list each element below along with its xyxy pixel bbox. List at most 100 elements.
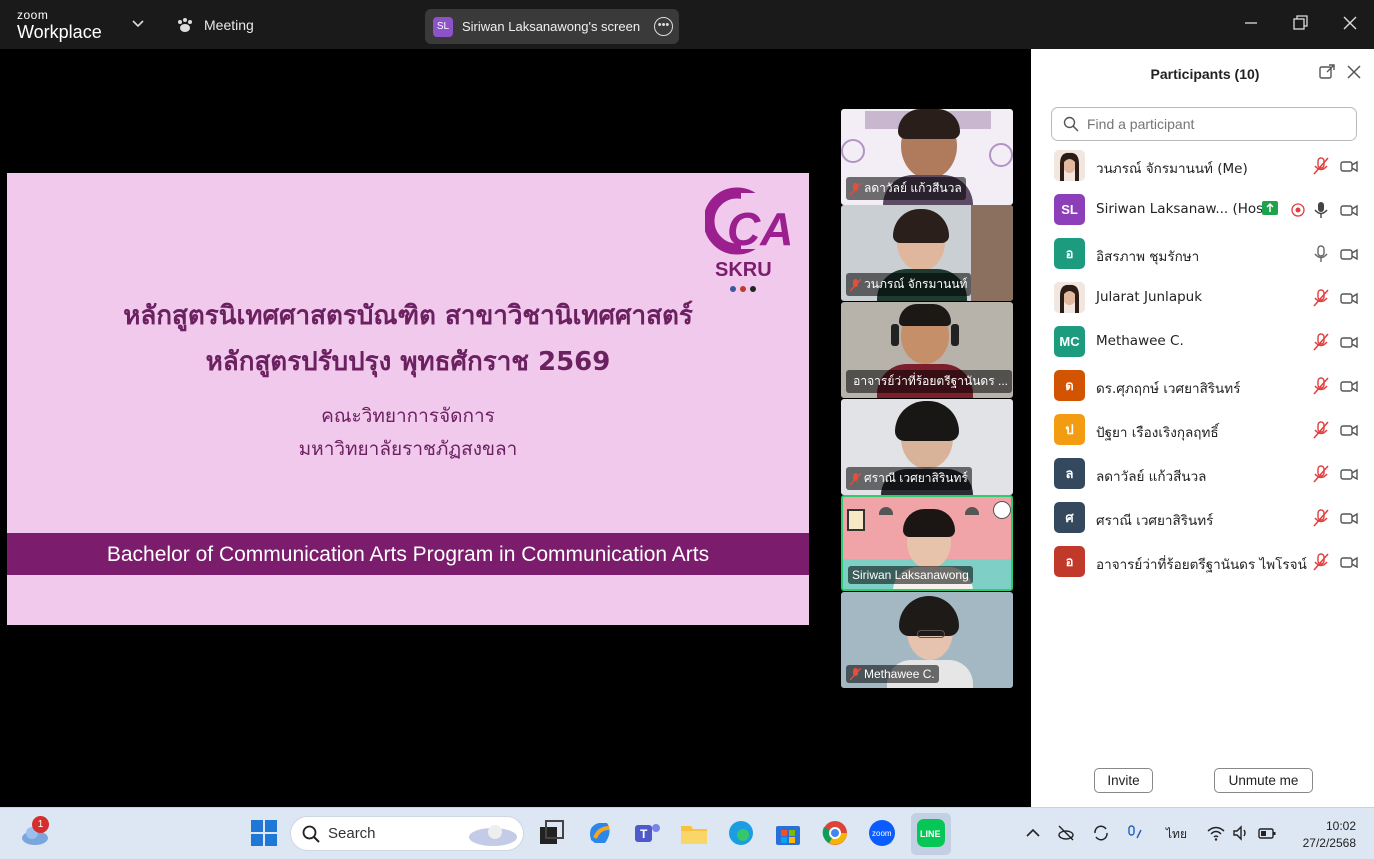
participant-avatar: ศ [1054,502,1085,533]
invite-button[interactable]: Invite [1094,768,1153,793]
show-hidden-icons[interactable] [1024,824,1042,842]
mic-muted-icon[interactable] [1312,333,1330,351]
mic-muted-icon[interactable] [1312,421,1330,439]
participant-row[interactable]: SL Siriwan Laksanaw... (Host) [1031,188,1374,232]
sync-icon[interactable] [1092,824,1110,842]
svg-text:T: T [640,827,648,841]
mic-on-icon[interactable] [1312,245,1330,263]
tile-name-text: Siriwan Laksanawong [852,568,969,582]
file-explorer-icon[interactable] [679,818,709,848]
video-tile[interactable]: Methawee C. [841,592,1013,688]
mic-muted-icon[interactable] [1312,509,1330,527]
ca-skru-logo: CA SKRU [705,187,791,292]
video-tile[interactable]: ศราณี เวศยาสิรินทร์ [841,399,1013,495]
video-off-icon[interactable] [1340,289,1358,307]
video-off-icon[interactable] [1340,553,1358,571]
video-tile[interactable]: อาจารย์ว่าที่ร้อยตรีฐานันดร ... [841,302,1013,398]
teams-icon[interactable]: T [632,818,662,848]
video-tile[interactable]: วนภรณ์ จักรมานนท์ [841,205,1013,301]
participant-row[interactable]: ด ดร.ศุภฤกษ์ เวศยาสิรินทร์ [1031,364,1374,408]
participant-name: อิสรภาพ ชุมรักษา [1096,249,1200,265]
weather-badge: 1 [32,816,49,833]
participant-row[interactable]: อ อิสรภาพ ชุมรักษา [1031,232,1374,276]
participant-avatar: ป [1054,414,1085,445]
tile-name-text: Methawee C. [864,667,935,681]
minimize-icon[interactable] [1241,13,1261,33]
mic-muted-icon[interactable] [1312,553,1330,571]
video-off-icon[interactable] [1340,509,1358,527]
mic-muted-icon[interactable] [1312,377,1330,395]
system-clock[interactable]: 10:02 27/2/2568 [1290,818,1356,852]
participant-row[interactable]: ศ ศราณี เวศยาสิรินทร์ [1031,496,1374,540]
participant-name: อาจารย์ว่าที่ร้อยตรีฐานันดร ไพโรจน์ [1096,557,1307,573]
participant-row[interactable]: ล ลดาวัลย์ แก้วสีนวล [1031,452,1374,496]
participants-panel: Participants (10) วนภรณ์ จักรมานนท์ (Me)… [1031,49,1374,807]
video-off-icon[interactable] [1340,245,1358,263]
pop-out-icon[interactable] [1319,64,1335,80]
mic-muted-icon[interactable] [1312,465,1330,483]
tile-name: ศราณี เวศยาสิรินทร์ [846,467,972,490]
restore-icon[interactable] [1290,13,1310,33]
input-language[interactable]: ไทย [1166,825,1187,844]
chevron-down-icon[interactable] [130,15,146,31]
line-icon: LINE [917,819,945,847]
mic-muted-icon[interactable] [1312,157,1330,175]
video-off-icon[interactable] [1340,201,1358,219]
close-window-icon[interactable] [1340,13,1360,33]
mic-on-icon[interactable] [1312,201,1330,219]
task-view-icon[interactable] [537,818,567,848]
participant-name: Jularat Junlapuk [1096,289,1203,305]
sharer-avatar: SL [433,16,453,37]
paw-icon [178,18,192,32]
close-panel-icon[interactable] [1347,65,1361,79]
participant-name: วนภรณ์ จักรมานนท์ (Me) [1096,161,1248,177]
search-highlight-icon [469,825,517,846]
participant-search[interactable] [1051,107,1357,141]
mic-muted-icon [850,668,861,680]
wifi-icon[interactable] [1207,824,1225,842]
video-off-icon[interactable] [1340,157,1358,175]
participant-row[interactable]: Jularat Junlapuk [1031,276,1374,320]
video-off-icon[interactable] [1340,377,1358,395]
edge-icon[interactable] [726,818,756,848]
meeting-menu[interactable]: Meeting [176,17,254,33]
video-tile-active-speaker[interactable]: Siriwan Laksanawong [841,495,1013,591]
participant-row[interactable]: MC Methawee C. [1031,320,1374,364]
video-off-icon[interactable] [1340,421,1358,439]
brand-top: zoom [17,8,49,22]
shared-slide: CA SKRU หลักสูตรนิเทศศาสตรบัณฑิต สาขาวิช… [7,173,809,625]
participant-avatar: อ [1054,546,1085,577]
battery-icon[interactable] [1258,824,1276,842]
store-icon[interactable] [773,818,803,848]
more-options-icon[interactable]: ••• [654,17,673,36]
chrome-icon[interactable] [820,818,850,848]
search-input[interactable] [1087,116,1347,132]
tile-name-text: ลดาวัลย์ แก้วสีนวล [864,181,962,195]
search-icon [302,825,320,843]
participant-row[interactable]: อ อาจารย์ว่าที่ร้อยตรีฐานันดร ไพโรจน์ [1031,540,1374,584]
video-off-icon[interactable] [1340,333,1358,351]
video-tile[interactable]: ลดาวัลย์ แก้วสีนวล [841,109,1013,205]
participant-name: ดร.ศุภฤกษ์ เวศยาสิรินทร์ [1096,381,1241,397]
unmute-me-button[interactable]: Unmute me [1214,768,1313,793]
line-app-active[interactable]: LINE [911,813,951,855]
weather-widget[interactable]: 1 [20,816,50,846]
zoom-taskbar-icon[interactable]: zoom [867,818,897,848]
participant-avatar: อ [1054,238,1085,269]
participant-avatar: MC [1054,326,1085,357]
title-bar: zoom Workplace Meeting SL Siriwan Laksan… [0,0,1374,49]
participant-name: Siriwan Laksanaw... (Host) [1096,201,1274,217]
video-off-icon[interactable] [1340,465,1358,483]
participant-row[interactable]: ป ปัฐยา เรืองเริงกุลฤทธิ์ [1031,408,1374,452]
participant-row[interactable]: วนภรณ์ จักรมานนท์ (Me) [1031,144,1374,188]
participant-avatar: ล [1054,458,1085,489]
taskbar-search[interactable]: Search [290,816,524,851]
screen-share-indicator[interactable]: SL Siriwan Laksanawong's screen ••• [425,9,679,44]
windows-start-icon[interactable] [249,818,279,848]
mic-muted-icon[interactable] [1312,289,1330,307]
participant-name: Methawee C. [1096,333,1184,349]
volume-icon[interactable] [1232,824,1250,842]
onedrive-icon[interactable] [1057,824,1075,842]
voice-access-icon[interactable] [1125,824,1143,842]
copilot-icon[interactable] [585,818,615,848]
